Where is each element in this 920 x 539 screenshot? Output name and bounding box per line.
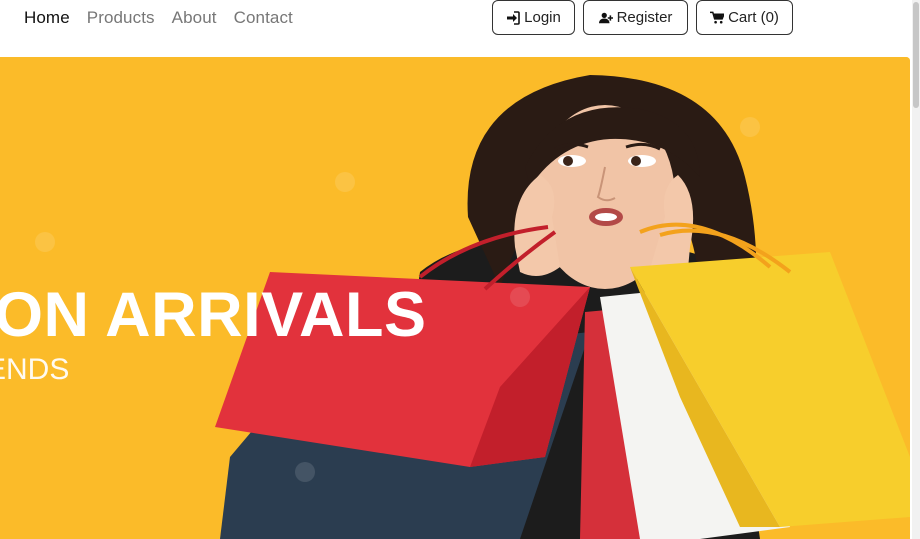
user-plus-icon	[598, 11, 613, 25]
hero-banner[interactable]: ON ARRIVALS ENDS	[0, 57, 910, 539]
nav-link-contact[interactable]: Contact	[234, 8, 293, 28]
nav-link-about[interactable]: About	[172, 8, 217, 28]
cart-button[interactable]: Cart (0)	[696, 0, 793, 35]
top-navbar: Home Products About Contact Login Regist…	[0, 0, 912, 56]
scrollbar-thumb[interactable]	[913, 2, 919, 108]
hero-title: ON ARRIVALS	[0, 280, 427, 350]
register-label: Register	[616, 9, 673, 26]
nav-links: Home Products About Contact	[24, 8, 293, 28]
hero-subtitle: ENDS	[0, 353, 70, 386]
register-button[interactable]: Register	[583, 0, 688, 35]
cart-label: Cart (0)	[728, 9, 779, 26]
nav-link-home[interactable]: Home	[24, 8, 70, 28]
sign-in-icon	[506, 10, 520, 25]
nav-link-products[interactable]: Products	[87, 8, 155, 28]
shopping-cart-icon	[710, 11, 725, 25]
login-label: Login	[524, 9, 561, 26]
login-button[interactable]: Login	[492, 0, 575, 35]
